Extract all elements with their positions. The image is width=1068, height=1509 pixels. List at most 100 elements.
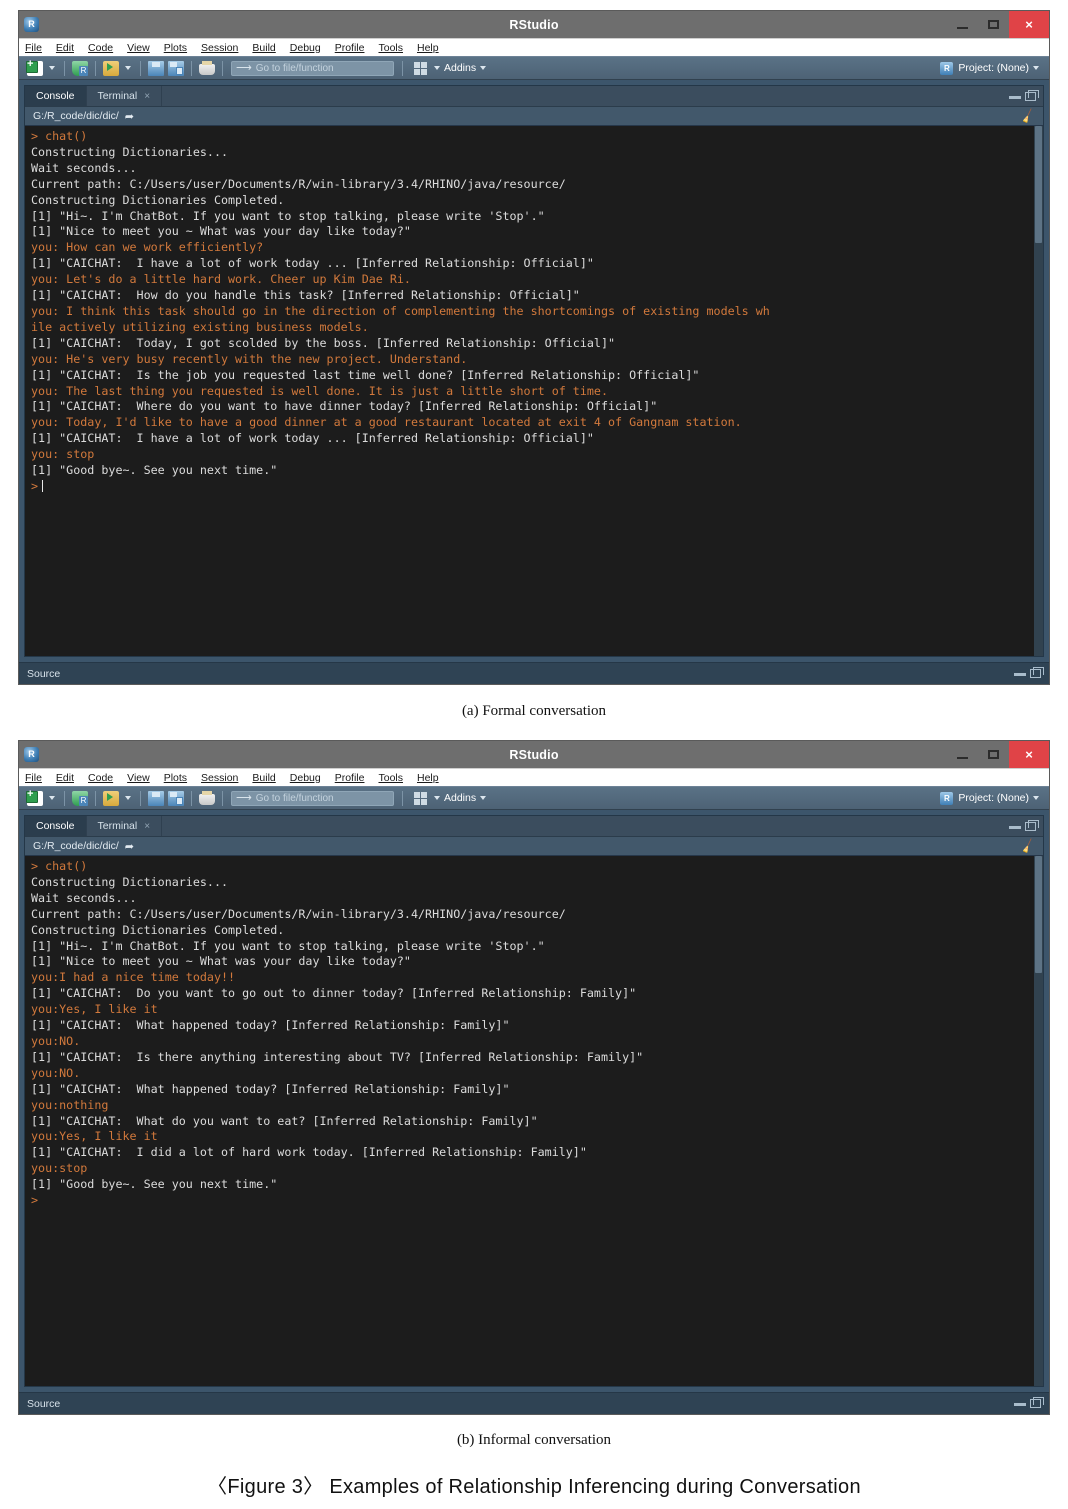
addins-grid-icon[interactable] [414, 61, 427, 75]
new-file-icon[interactable] [26, 788, 43, 806]
console-line: [1] "Hi~. I'm ChatBot. If you want to st… [31, 208, 545, 223]
menu-session[interactable]: Session [201, 42, 238, 54]
project-chevron-down-icon[interactable] [1033, 66, 1039, 70]
source-label[interactable]: Source [27, 1398, 60, 1410]
menu-code[interactable]: Code [88, 42, 113, 54]
menu-profile[interactable]: Profile [335, 42, 365, 54]
broom-icon[interactable]: 🧹 [1019, 108, 1037, 124]
source-maximize-icon[interactable] [1030, 667, 1044, 678]
toolbar-divider [95, 60, 96, 76]
goto-file-function-input[interactable]: ⟶ Go to file/function [231, 60, 394, 76]
maximize-icon[interactable] [978, 741, 1009, 768]
new-project-icon[interactable] [72, 60, 88, 76]
menu-build[interactable]: Build [252, 42, 275, 54]
open-in-new-window-icon[interactable]: ➦ [125, 840, 134, 853]
open-file-icon[interactable] [103, 790, 119, 806]
console-line: [1] "Nice to meet you ~ What was your da… [31, 224, 411, 239]
pane-minimize-icon[interactable] [1009, 94, 1021, 99]
menu-build[interactable]: Build [252, 772, 275, 784]
menu-tools[interactable]: Tools [378, 42, 403, 54]
maximize-icon[interactable] [978, 11, 1009, 38]
console-line: > chat() [31, 859, 88, 873]
close-icon[interactable]: × [144, 821, 150, 832]
menu-edit[interactable]: Edit [56, 772, 74, 784]
open-file-chevron-down-icon[interactable] [125, 796, 131, 800]
project-chevron-down-icon[interactable] [1033, 796, 1039, 800]
minimize-icon[interactable] [947, 741, 978, 768]
source-maximize-icon[interactable] [1030, 1397, 1044, 1408]
working-directory-path[interactable]: G:/R_code/dic/dic/ [33, 840, 119, 852]
console-scrollbar-thumb[interactable] [1035, 126, 1042, 243]
menu-plots[interactable]: Plots [164, 772, 187, 784]
addins-label[interactable]: Addins [444, 62, 476, 74]
project-label[interactable]: Project: (None) [958, 62, 1029, 74]
pane-window-buttons [1009, 86, 1043, 106]
addins-menu-chevron-down-icon[interactable] [480, 66, 487, 70]
new-file-chevron-down-icon[interactable] [49, 66, 55, 70]
print-icon[interactable] [199, 791, 215, 805]
menu-debug[interactable]: Debug [290, 42, 321, 54]
menu-edit[interactable]: Edit [56, 42, 74, 54]
menu-profile[interactable]: Profile [335, 772, 365, 784]
console-line: you: He's very busy recently with the ne… [31, 351, 468, 366]
close-icon[interactable]: × [144, 91, 150, 102]
project-icon: R [940, 791, 954, 805]
close-icon[interactable]: × [1009, 11, 1049, 38]
open-in-new-window-icon[interactable]: ➦ [125, 110, 134, 123]
open-file-chevron-down-icon[interactable] [125, 66, 131, 70]
working-directory-path[interactable]: G:/R_code/dic/dic/ [33, 110, 119, 122]
tab-terminal[interactable]: Terminal × [87, 816, 163, 836]
menu-tools[interactable]: Tools [378, 772, 403, 784]
menu-session[interactable]: Session [201, 772, 238, 784]
print-icon[interactable] [199, 61, 215, 75]
addins-chevron-down-icon[interactable] [434, 66, 440, 70]
console-scrollbar-thumb[interactable] [1035, 856, 1042, 973]
save-icon[interactable] [148, 60, 164, 76]
new-project-icon[interactable] [72, 790, 88, 806]
project-label[interactable]: Project: (None) [958, 792, 1029, 804]
goto-file-function-input[interactable]: ⟶ Go to file/function [231, 790, 394, 806]
menu-view[interactable]: View [127, 42, 150, 54]
tab-console[interactable]: Console [25, 86, 87, 106]
console-output-informal[interactable]: > chat() Constructing Dictionaries... Wait… [25, 856, 1043, 1386]
minimize-icon[interactable] [947, 11, 978, 38]
menu-debug[interactable]: Debug [290, 772, 321, 784]
addins-chevron-down-icon[interactable] [434, 796, 440, 800]
addins-menu-chevron-down-icon[interactable] [480, 796, 487, 800]
new-file-chevron-down-icon[interactable] [49, 796, 55, 800]
console-line: Wait seconds... [31, 890, 137, 905]
save-icon[interactable] [148, 790, 164, 806]
close-icon[interactable]: × [1009, 741, 1049, 768]
source-minimize-icon[interactable] [1014, 671, 1026, 676]
save-all-icon[interactable] [168, 790, 184, 806]
menu-help[interactable]: Help [417, 772, 439, 784]
addins-grid-icon[interactable] [414, 791, 427, 805]
menu-file[interactable]: File [25, 772, 42, 784]
addins-label[interactable]: Addins [444, 792, 476, 804]
tab-console-label: Console [36, 820, 75, 832]
menu-view[interactable]: View [127, 772, 150, 784]
menu-code[interactable]: Code [88, 772, 113, 784]
workspace-area: Console Terminal × G:/R_code/dic/dic/ ➦ [19, 80, 1049, 662]
open-file-icon[interactable] [103, 60, 119, 76]
console-scrollbar[interactable] [1034, 856, 1043, 1386]
new-file-icon[interactable] [26, 58, 43, 76]
console-line: [1] "CAICHAT: Where do you want to have … [31, 399, 658, 414]
tab-console[interactable]: Console [25, 816, 87, 836]
menu-help[interactable]: Help [417, 42, 439, 54]
broom-icon[interactable]: 🧹 [1019, 838, 1037, 854]
save-all-icon[interactable] [168, 60, 184, 76]
console-output-formal[interactable]: > chat() Constructing Dictionaries... Wait… [25, 126, 1043, 656]
pane-maximize-icon[interactable] [1025, 819, 1039, 831]
console-line: ile actively utilizing existing business… [31, 319, 369, 334]
pane-maximize-icon[interactable] [1025, 89, 1039, 101]
menu-file[interactable]: File [25, 42, 42, 54]
console-scrollbar[interactable] [1034, 126, 1043, 656]
tab-terminal[interactable]: Terminal × [87, 86, 163, 106]
title-bar: R RStudio × [19, 741, 1049, 768]
console-line: Current path: C:/Users/user/Documents/R/… [31, 176, 566, 191]
source-minimize-icon[interactable] [1014, 1401, 1026, 1406]
source-label[interactable]: Source [27, 668, 60, 680]
menu-plots[interactable]: Plots [164, 42, 187, 54]
pane-minimize-icon[interactable] [1009, 824, 1021, 829]
